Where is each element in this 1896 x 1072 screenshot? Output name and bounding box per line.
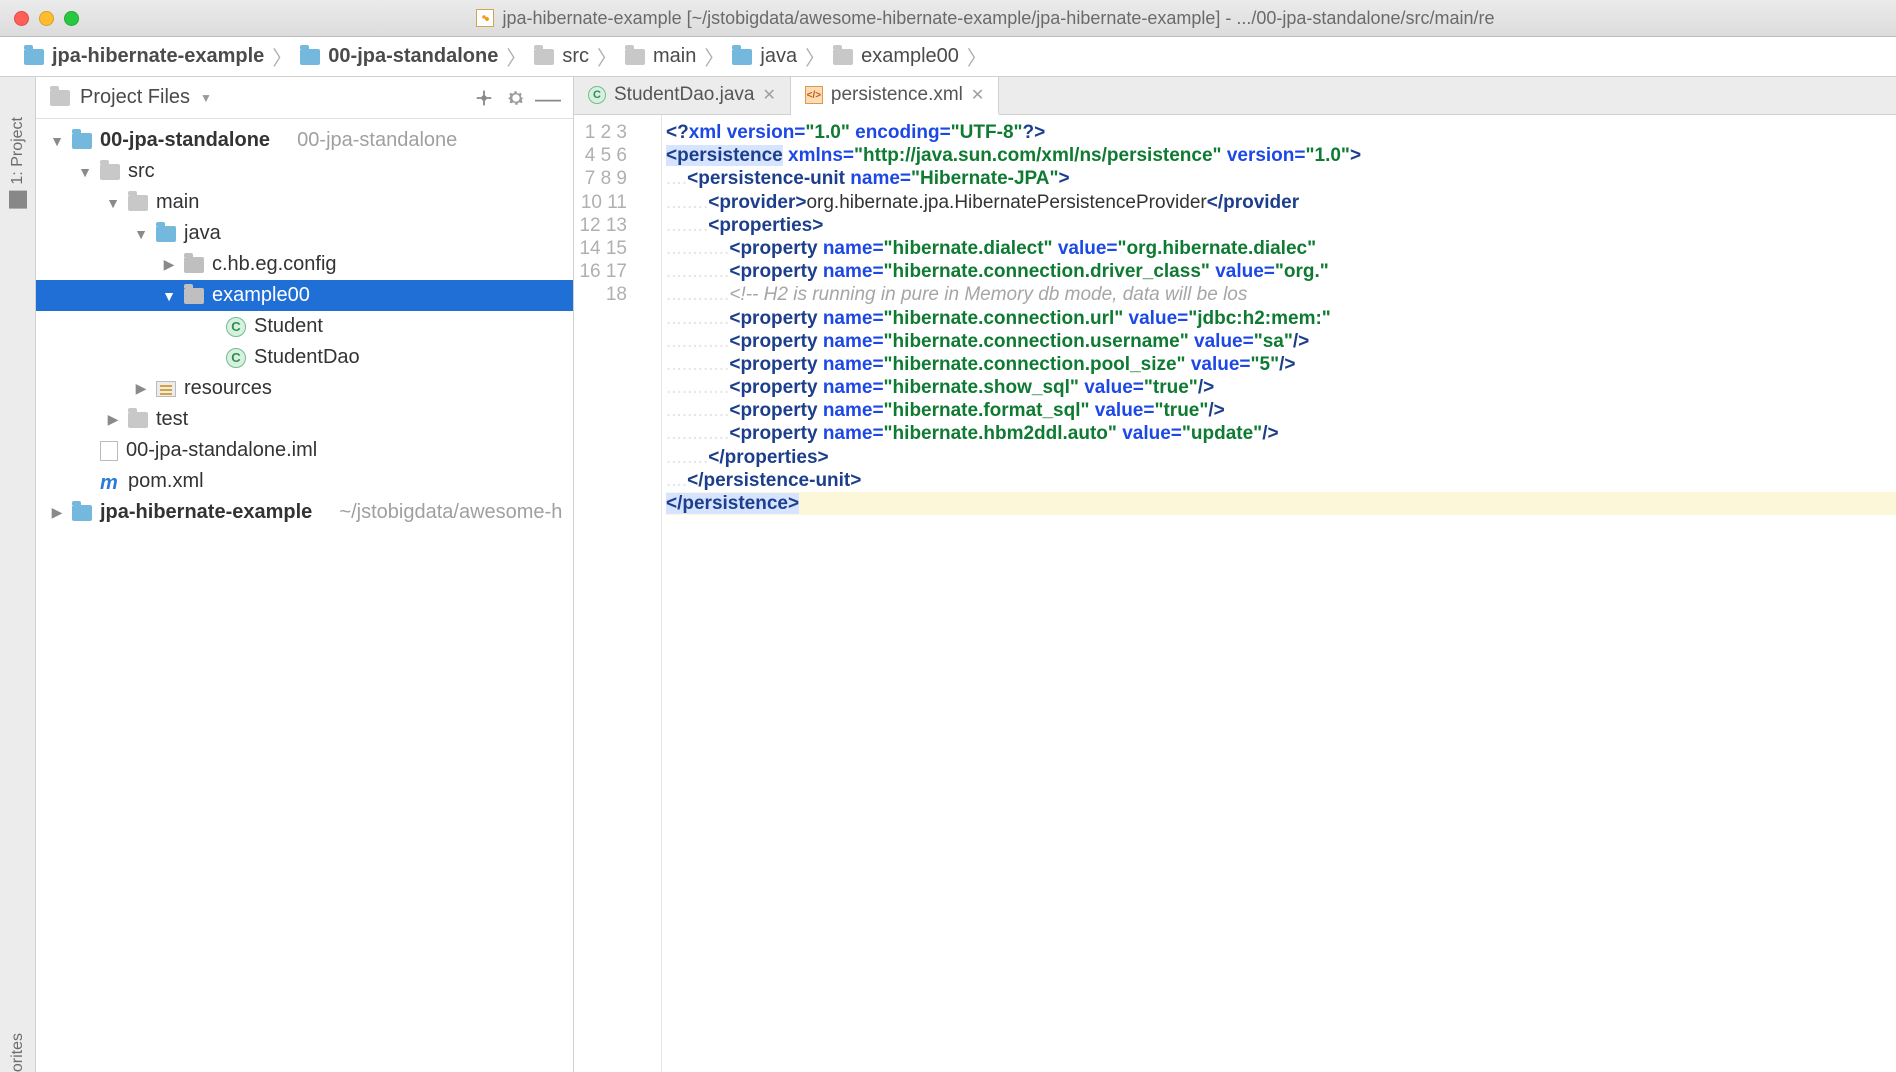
xml-file-icon: </> xyxy=(805,86,823,104)
editor-tab[interactable]: C StudentDao.java ✕ xyxy=(574,77,791,114)
folder-icon xyxy=(128,412,148,428)
breadcrumb-item[interactable]: 00-jpa-standalone xyxy=(294,45,504,68)
code-text[interactable]: <?xml version="1.0" encoding="UTF-8"?><p… xyxy=(662,115,1896,1072)
tree-node-folder[interactable]: src xyxy=(36,156,573,187)
chevron-right-icon: 〉 xyxy=(506,42,526,71)
chevron-right-icon: 〉 xyxy=(272,42,292,71)
chevron-down-icon[interactable]: ▼ xyxy=(200,91,212,105)
tree-node-src-folder[interactable]: java xyxy=(36,218,573,249)
window-title-text: jpa-hibernate-example [~/jstobigdata/awe… xyxy=(502,8,1494,29)
toolwindow-tab-favorites[interactable]: orites xyxy=(9,1033,27,1072)
tree-node-package-selected[interactable]: example00 xyxy=(36,280,573,311)
breadcrumb-item[interactable]: jpa-hibernate-example xyxy=(18,45,270,68)
tree-node-file[interactable]: 00-jpa-standalone.iml xyxy=(36,435,573,466)
src-folder-icon xyxy=(156,226,176,242)
app-file-icon xyxy=(476,9,494,27)
toolwindow-strip: 1: Project orites xyxy=(0,77,36,1072)
package-icon xyxy=(184,257,204,273)
chevron-right-icon: 〉 xyxy=(967,42,987,71)
project-panel-title: Project Files xyxy=(80,86,190,109)
tree-node-file[interactable]: mpom.xml xyxy=(36,466,573,497)
class-icon: C xyxy=(226,348,246,368)
chevron-right-icon: 〉 xyxy=(704,42,724,71)
code-area[interactable]: 1 2 3 4 5 6 7 8 9 10 11 12 13 14 15 16 1… xyxy=(574,115,1896,1072)
breadcrumb-item[interactable]: src xyxy=(528,45,595,68)
tree-node-package[interactable]: c.hb.eg.config xyxy=(36,249,573,280)
project-icon xyxy=(50,90,70,106)
module-icon xyxy=(24,49,44,65)
breadcrumb-item[interactable]: java xyxy=(726,45,803,68)
iml-file-icon xyxy=(100,441,118,461)
editor-tab-label: persistence.xml xyxy=(831,84,963,106)
folder-icon xyxy=(625,49,645,65)
package-icon xyxy=(184,288,204,304)
scroll-from-source-icon[interactable] xyxy=(473,87,495,109)
hide-panel-icon[interactable]: — xyxy=(537,87,559,109)
chevron-right-icon: 〉 xyxy=(597,42,617,71)
module-icon xyxy=(300,49,320,65)
toolwindow-tab-project[interactable]: 1: Project xyxy=(9,117,27,209)
class-icon: C xyxy=(226,317,246,337)
project-toolwindow-icon xyxy=(9,191,27,209)
folder-icon xyxy=(534,49,554,65)
breadcrumb: jpa-hibernate-example 〉 00-jpa-standalon… xyxy=(0,37,1896,77)
tree-node-folder[interactable]: test xyxy=(36,404,573,435)
line-gutter: 1 2 3 4 5 6 7 8 9 10 11 12 13 14 15 16 1… xyxy=(574,115,644,1072)
fold-gutter[interactable] xyxy=(644,115,662,1072)
breadcrumb-item[interactable]: example00 xyxy=(827,45,965,68)
editor-tab-label: StudentDao.java xyxy=(614,84,755,106)
folder-icon xyxy=(128,195,148,211)
window-title: jpa-hibernate-example [~/jstobigdata/awe… xyxy=(89,8,1882,29)
editor-tabs: C StudentDao.java ✕ </> persistence.xml … xyxy=(574,77,1896,115)
window-controls xyxy=(14,11,79,26)
java-class-icon: C xyxy=(588,86,606,104)
src-folder-icon xyxy=(732,49,752,65)
close-tab-icon[interactable]: ✕ xyxy=(971,85,984,105)
close-tab-icon[interactable]: ✕ xyxy=(763,85,776,105)
tree-node-class[interactable]: CStudentDao xyxy=(36,342,573,373)
editor: C StudentDao.java ✕ </> persistence.xml … xyxy=(574,77,1896,1072)
close-window-button[interactable] xyxy=(14,11,29,26)
project-panel: Project Files ▼ — 00-jpa-standalone 00-j… xyxy=(36,77,574,1072)
editor-tab-active[interactable]: </> persistence.xml ✕ xyxy=(791,77,999,115)
minimize-window-button[interactable] xyxy=(39,11,54,26)
tree-node-resources[interactable]: resources xyxy=(36,373,573,404)
folder-icon xyxy=(100,164,120,180)
resources-folder-icon xyxy=(156,381,176,397)
chevron-right-icon: 〉 xyxy=(805,42,825,71)
titlebar: jpa-hibernate-example [~/jstobigdata/awe… xyxy=(0,0,1896,37)
project-tree[interactable]: 00-jpa-standalone 00-jpa-standalone src … xyxy=(36,119,573,1072)
module-icon xyxy=(72,505,92,521)
project-panel-header: Project Files ▼ — xyxy=(36,77,573,119)
package-icon xyxy=(833,49,853,65)
tree-node-folder[interactable]: main xyxy=(36,187,573,218)
module-icon xyxy=(72,133,92,149)
tree-node-class[interactable]: CStudent xyxy=(36,311,573,342)
zoom-window-button[interactable] xyxy=(64,11,79,26)
breadcrumb-item[interactable]: main xyxy=(619,45,702,68)
tree-node-module[interactable]: 00-jpa-standalone 00-jpa-standalone xyxy=(36,125,573,156)
gear-icon[interactable] xyxy=(505,87,527,109)
maven-icon: m xyxy=(100,472,120,492)
tree-node-module[interactable]: jpa-hibernate-example ~/jstobigdata/awes… xyxy=(36,497,573,528)
workspace: 1: Project orites Project Files ▼ — 00-j… xyxy=(0,77,1896,1072)
